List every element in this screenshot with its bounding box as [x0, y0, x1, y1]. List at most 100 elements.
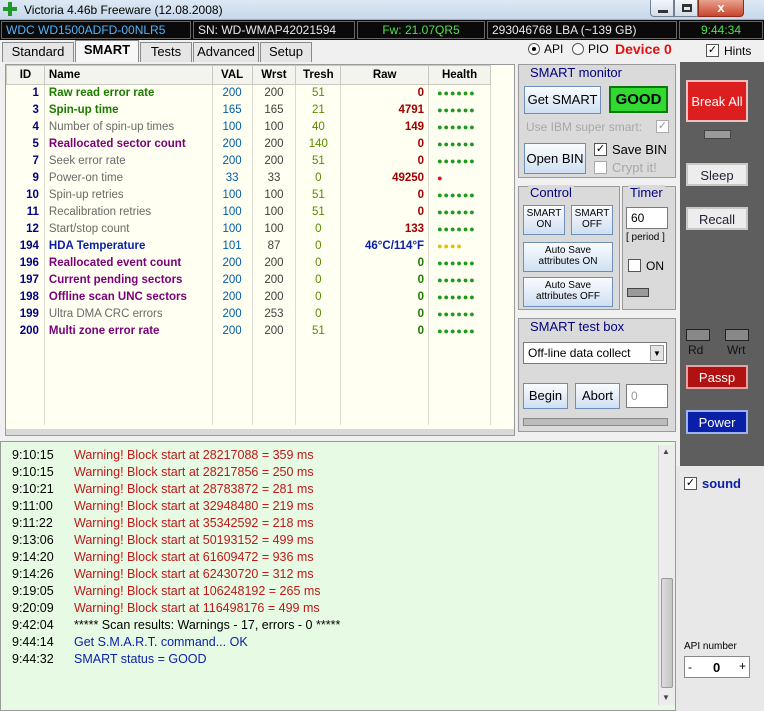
- log-time: 9:14:26: [12, 567, 54, 581]
- smart-attributes-table: ID Name VAL Wrst Tresh Raw Health 1 Raw r…: [6, 65, 491, 425]
- timer-period-input[interactable]: 60: [626, 207, 668, 229]
- table-row[interactable]: 199 Ultra DMA CRC errors 200 253 0 0 ●●●●●●: [6, 305, 491, 323]
- log-scroll-thumb[interactable]: [661, 578, 673, 688]
- table-row[interactable]: 3 Spin-up time 165 165 21 4791 ●●●●●●: [6, 101, 491, 119]
- hints-checkbox[interactable]: ✓: [706, 44, 719, 57]
- api-number-minus[interactable]: -: [688, 660, 692, 674]
- col-wrst[interactable]: Wrst: [251, 65, 297, 85]
- cell-val: 200: [212, 288, 253, 306]
- begin-button[interactable]: Begin: [523, 383, 568, 409]
- col-tresh[interactable]: Tresh: [295, 65, 342, 85]
- api-number-value[interactable]: 0: [713, 660, 720, 675]
- log-message: Warning! Block start at 32948480 = 219 m…: [74, 499, 314, 513]
- tab-smart[interactable]: SMART: [75, 40, 139, 62]
- cell-wrst: 165: [252, 101, 297, 119]
- table-row[interactable]: 197 Current pending sectors 200 200 0 0 ●●●●●●: [6, 271, 491, 289]
- table-row[interactable]: 12 Start/stop count 100 100 0 133 ●●●●●●: [6, 220, 491, 238]
- table-row[interactable]: 7 Seek error rate 200 200 51 0 ●●●●●●: [6, 152, 491, 170]
- write-indicator: [725, 329, 749, 341]
- test-type-select[interactable]: Off-line data collect ▼: [523, 342, 667, 364]
- timer-on-checkbox[interactable]: [628, 259, 641, 272]
- tab-advanced[interactable]: Advanced: [193, 42, 259, 62]
- col-health[interactable]: Health: [428, 65, 491, 85]
- scroll-up-icon[interactable]: ▲: [662, 447, 670, 456]
- log-time: 9:42:04: [12, 618, 54, 632]
- tab-setup[interactable]: Setup: [260, 42, 312, 62]
- smart-on-button[interactable]: SMART ON: [523, 205, 565, 235]
- autosave-on-button[interactable]: Auto Save attributes ON: [523, 242, 613, 272]
- cell-wrst: 100: [252, 203, 297, 221]
- open-bin-button[interactable]: Open BIN: [524, 143, 586, 174]
- log-scrollbar[interactable]: ▲ ▼: [658, 445, 675, 705]
- empty-cell: [428, 339, 491, 357]
- ibm-super-smart-checkbox[interactable]: ✓: [656, 120, 669, 133]
- table-row[interactable]: 200 Multi zone error rate 200 200 51 0 ●●●●●●: [6, 322, 491, 340]
- empty-cell: [44, 339, 213, 357]
- smart-test-box-title: SMART test box: [528, 319, 627, 334]
- device-indicator: Device 0: [615, 41, 672, 57]
- cell-wrst: 100: [252, 220, 297, 238]
- table-row[interactable]: 5 Reallocated sector count 200 200 140 0 ●●●●●…: [6, 135, 491, 153]
- cell-raw: 133: [340, 220, 430, 238]
- test-progress-input[interactable]: 0: [626, 384, 668, 408]
- cell-val: 200: [212, 84, 253, 102]
- empty-cell: [212, 407, 253, 425]
- log-entry: 9:11:00 Warning! Block start at 32948480 …: [1, 499, 661, 516]
- table-row[interactable]: 9 Power-on time 33 33 0 49250 ●: [6, 169, 491, 187]
- cell-health: ●●●●●●: [428, 254, 491, 272]
- read-label: Rd: [688, 343, 704, 357]
- crypt-checkbox[interactable]: [594, 161, 607, 174]
- dropdown-arrow-icon[interactable]: ▼: [650, 345, 664, 361]
- save-bin-checkbox[interactable]: ✓: [594, 143, 607, 156]
- side-control-panel: [680, 62, 764, 466]
- get-smart-button[interactable]: Get SMART: [524, 86, 601, 114]
- cell-id: 1: [6, 84, 45, 102]
- passp-button[interactable]: Passp: [686, 365, 748, 389]
- table-row[interactable]: 196 Reallocated event count 200 200 0 0 ●●●●●●: [6, 254, 491, 272]
- recall-button[interactable]: Recall: [686, 207, 748, 230]
- close-button[interactable]: x: [698, 0, 744, 17]
- api-radio[interactable]: [528, 43, 540, 55]
- cell-wrst: 200: [252, 271, 297, 289]
- tab-standard[interactable]: Standard: [2, 42, 74, 62]
- empty-cell: [252, 390, 297, 408]
- cell-wrst: 100: [252, 118, 297, 136]
- sound-checkbox[interactable]: ✓: [684, 477, 697, 490]
- autosave-off-button[interactable]: Auto Save attributes OFF: [523, 277, 613, 307]
- cell-wrst: 200: [252, 84, 297, 102]
- sleep-button[interactable]: Sleep: [686, 163, 748, 186]
- api-number-stepper[interactable]: - 0 +: [684, 656, 750, 678]
- power-button[interactable]: Power: [686, 410, 748, 434]
- empty-cell: [44, 373, 213, 391]
- col-id[interactable]: ID: [6, 65, 45, 85]
- cell-tresh: 51: [295, 203, 342, 221]
- table-row[interactable]: 198 Offline scan UNC sectors 200 200 0 0 ●●●●●…: [6, 288, 491, 306]
- scroll-down-icon[interactable]: ▼: [662, 693, 670, 702]
- empty-cell: [428, 356, 491, 374]
- cell-raw: 0: [340, 254, 430, 272]
- cell-name: Multi zone error rate: [44, 322, 213, 340]
- pio-radio[interactable]: [572, 43, 584, 55]
- table-row[interactable]: 194 HDA Temperature 101 87 0 46°C/114°F ●●●●: [6, 237, 491, 255]
- minimize-button[interactable]: [650, 0, 674, 17]
- cell-wrst: 200: [252, 322, 297, 340]
- col-val[interactable]: VAL: [211, 65, 253, 85]
- break-all-button[interactable]: Break All: [686, 80, 748, 122]
- smart-off-button[interactable]: SMART OFF: [571, 205, 613, 235]
- table-row[interactable]: 1 Raw read error rate 200 200 51 0 ●●●●●●: [6, 84, 491, 102]
- table-row[interactable]: 4 Number of spin-up times 100 100 40 149 ●●●●●…: [6, 118, 491, 136]
- maximize-button[interactable]: [674, 0, 698, 17]
- api-number-plus[interactable]: +: [739, 659, 746, 673]
- cell-val: 33: [212, 169, 253, 187]
- table-row[interactable]: 11 Recalibration retries 100 100 51 0 ●●●●●●: [6, 203, 491, 221]
- cell-tresh: 0: [295, 169, 342, 187]
- col-name[interactable]: Name: [43, 65, 213, 85]
- table-row[interactable]: 10 Spin-up retries 100 100 51 0 ●●●●●●: [6, 186, 491, 204]
- tab-tests[interactable]: Tests: [140, 42, 192, 62]
- table-horizontal-scrollbar[interactable]: [6, 429, 514, 435]
- cell-wrst: 33: [252, 169, 297, 187]
- abort-button[interactable]: Abort: [575, 383, 620, 409]
- ibm-super-smart-label: Use IBM super smart:: [526, 120, 643, 134]
- log-entry: 9:11:22 Warning! Block start at 35342592 …: [1, 516, 661, 533]
- col-raw[interactable]: Raw: [340, 65, 430, 85]
